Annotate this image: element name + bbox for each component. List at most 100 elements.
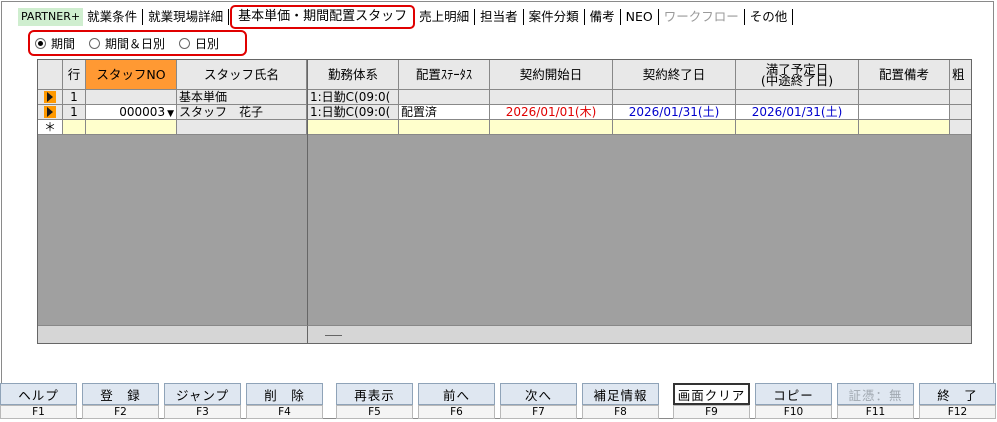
staff-no-dropdown[interactable]: 000003 ▼ [86,105,177,120]
note-cell[interactable] [859,90,950,105]
horizontal-scrollbar-right[interactable] [308,325,971,343]
exit-button[interactable]: 終 了 [919,383,996,405]
work-pattern-cell[interactable]: 1:日勤C(09:0( [308,105,399,120]
start-date-cell[interactable]: 2026/01/01(木) [490,105,613,120]
register-button[interactable]: 登 録 [82,383,159,405]
tab-work-conditions[interactable]: 就業条件 [83,8,141,26]
new-row-cell[interactable] [736,120,859,135]
new-row-cell[interactable] [177,120,307,135]
fkey-label: F5 [336,405,413,419]
new-row[interactable]: ＊ [38,120,307,135]
tab-person-in-charge[interactable]: 担当者 [476,8,522,26]
new-row-cell[interactable] [86,120,177,135]
fkey-label: F6 [418,405,495,419]
row-arrow-icon [44,106,56,118]
end-date-cell[interactable] [613,90,736,105]
row-selector[interactable] [38,90,63,105]
clear-screen-button[interactable]: 画面クリア [673,383,750,405]
table-row[interactable]: 1:日勤C(09:0( [308,90,971,105]
work-pattern-cell[interactable]: 1:日勤C(09:0( [308,90,399,105]
planned-end-cell[interactable] [736,90,859,105]
horizontal-scrollbar-left[interactable] [38,325,308,343]
scrollbar-thumb[interactable] [325,335,342,336]
header-placement-note[interactable]: 配置備考 [859,60,950,90]
prev-button[interactable]: 前へ [418,383,495,405]
radio-period-label: 期間 [51,36,76,51]
header-gross[interactable]: 粗 [950,60,971,90]
new-row-marker: ＊ [38,120,63,135]
header-staff-name[interactable]: スタッフ氏名 [177,60,307,90]
evidence-button[interactable]: 証憑：無 [837,383,914,405]
table-row[interactable]: 1:日勤C(09:0( 配置済 2026/01/01(木) 2026/01/31… [308,105,971,120]
tab-separator [142,9,144,25]
radio-period-and-daily[interactable]: 期間＆日別 [89,35,165,52]
tab-base-rate-staff[interactable]: 基本単価・期間配置スタッフ [230,5,416,29]
header-staff-no[interactable]: スタッフNO [86,60,177,90]
radio-daily-dot[interactable] [179,37,191,49]
fkey-label: F4 [246,405,323,419]
new-row-cell[interactable] [63,120,86,135]
header-row-no[interactable]: 行 [63,60,86,90]
supplement-info-button[interactable]: 補足情報 [582,383,659,405]
tab-separator [228,9,230,25]
new-row-cell[interactable] [399,120,490,135]
header-selector [38,60,63,90]
tab-workflow[interactable]: ワークフロー [660,8,743,26]
fkey-label: F12 [919,405,996,419]
copy-button[interactable]: コピー [755,383,832,405]
next-button[interactable]: 次へ [500,383,577,405]
row-selector[interactable] [38,105,63,120]
fkey-label: F2 [82,405,159,419]
gross-cell[interactable] [950,105,971,120]
new-row-cell[interactable] [950,120,971,135]
new-row-cell[interactable] [490,120,613,135]
fkey-label: F11 [837,405,914,419]
new-row-cell[interactable] [308,120,399,135]
radio-period[interactable]: 期間 [35,35,75,52]
table-row[interactable]: 1 000003 ▼ スタッフ 花子 [38,105,307,120]
start-date-cell[interactable] [490,90,613,105]
radio-period-and-daily-dot[interactable] [89,37,101,49]
new-row[interactable] [308,120,971,135]
staff-name-cell: 基本単価 [177,90,307,105]
staff-no-value: 000003 [119,105,166,119]
new-row-cell[interactable] [613,120,736,135]
note-cell[interactable] [859,105,950,120]
tab-remarks[interactable]: 備考 [586,8,619,26]
end-date-cell[interactable]: 2026/01/31(土) [613,105,736,120]
fkey-f2: 登 録 F2 [82,383,160,420]
radio-period-dot[interactable] [35,37,46,49]
status-cell[interactable]: 配置済 [399,105,490,120]
header-contract-start[interactable]: 契約開始日 [490,60,613,90]
tab-separator [792,9,794,25]
header-work-pattern[interactable]: 勤務体系 [308,60,399,90]
gross-cell[interactable] [950,90,971,105]
radio-period-and-daily-label: 期間＆日別 [105,36,166,51]
fkey-f4: 削 除 F4 [246,383,324,420]
new-row-cell[interactable] [859,120,950,135]
help-button[interactable]: ヘルプ [0,383,77,405]
radio-daily[interactable]: 日別 [179,35,219,52]
fkey-label: F7 [500,405,577,419]
header-contract-end[interactable]: 契約終了日 [613,60,736,90]
tab-separator [657,9,659,25]
header-planned-end[interactable]: 満了予定日 (中途終了日) [736,60,859,90]
delete-button[interactable]: 削 除 [246,383,323,405]
jump-button[interactable]: ジャンプ [164,383,241,405]
table-row[interactable]: 1 基本単価 [38,90,307,105]
tab-case-category[interactable]: 案件分類 [525,8,583,26]
header-placement-status[interactable]: 配置ｽﾃｰﾀｽ [399,60,490,90]
tab-partner-plus[interactable]: PARTNER+ [18,8,84,26]
staff-no-cell[interactable] [86,90,177,105]
tab-others[interactable]: その他 [746,8,792,26]
status-cell[interactable] [399,90,490,105]
chevron-down-icon[interactable]: ▼ [167,109,174,119]
tab-site-details[interactable]: 就業現場詳細 [144,8,227,26]
fkey-label: F3 [164,405,241,419]
tab-separator [474,9,476,25]
fkey-label: F9 [673,405,750,419]
planned-end-cell[interactable]: 2026/01/31(土) [736,105,859,120]
tab-neo[interactable]: NEO [622,8,657,26]
refresh-button[interactable]: 再表示 [336,383,413,405]
tab-sales-details[interactable]: 売上明細 [415,8,473,26]
